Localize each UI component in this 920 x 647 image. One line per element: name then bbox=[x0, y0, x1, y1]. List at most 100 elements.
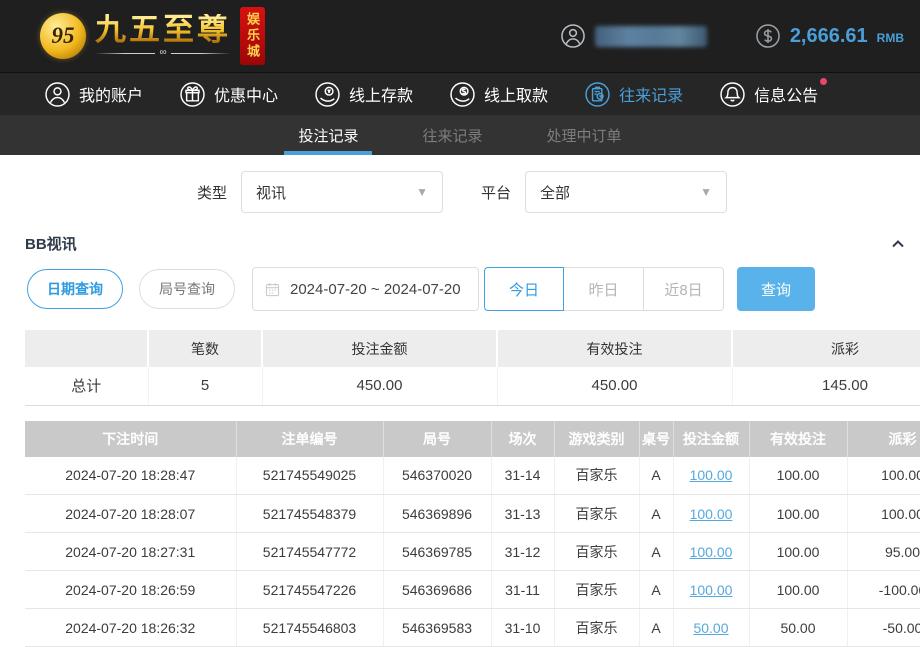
header-right: 2,666.61 RMB bbox=[560, 23, 904, 49]
column-header: 场次 bbox=[491, 421, 554, 457]
chevron-down-icon: ▼ bbox=[700, 185, 712, 199]
logo-monogram-text: 95 bbox=[52, 23, 75, 49]
table-row: 2024-07-20 18:28:47521745549025546370020… bbox=[25, 457, 920, 495]
brand-logo[interactable]: 95 九五至尊 ∞ 娱乐城 bbox=[40, 7, 303, 65]
date-range-input[interactable]: 2024-07-20 ~ 2024-07-20 bbox=[252, 267, 479, 311]
table-cell: A bbox=[639, 571, 673, 609]
chevron-down-icon: ▼ bbox=[416, 185, 428, 199]
table-row: 总计5450.00450.00145.00 bbox=[25, 367, 920, 405]
column-header: 注单编号 bbox=[236, 421, 383, 457]
column-header: 派彩 bbox=[732, 330, 920, 367]
table-cell: 100.00 bbox=[847, 495, 920, 533]
tab-transaction-records[interactable]: 往来记录 bbox=[408, 115, 496, 155]
table-cell: 2024-07-20 18:28:07 bbox=[25, 495, 236, 533]
table-cell: 100.00 bbox=[673, 571, 749, 609]
header-row: 笔数投注金额有效投注派彩 bbox=[25, 330, 920, 367]
table-cell: -100.00 bbox=[847, 571, 920, 609]
bet-amount-link[interactable]: 100.00 bbox=[690, 582, 733, 598]
table-cell: 546369686 bbox=[383, 571, 491, 609]
table-cell: 521745547772 bbox=[236, 533, 383, 571]
type-select[interactable]: 视讯 ▼ bbox=[241, 171, 443, 213]
bet-amount-link[interactable]: 50.00 bbox=[693, 620, 728, 636]
tab-betting-records[interactable]: 投注记录 bbox=[284, 115, 372, 155]
nav-item-label: 信息公告 bbox=[754, 82, 818, 106]
summary-table: 笔数投注金额有效投注派彩总计5450.00450.00145.00 bbox=[25, 330, 920, 406]
section-title: BB视讯 bbox=[25, 233, 77, 254]
column-header: 派彩 bbox=[847, 421, 920, 457]
column-header bbox=[25, 330, 148, 367]
quick-range-last-8-days[interactable]: 近8日 bbox=[644, 267, 724, 311]
table-cell: 100.00 bbox=[749, 457, 847, 495]
user-circle-icon bbox=[44, 81, 71, 108]
nav-item-transaction-records[interactable]: 往来记录 bbox=[584, 81, 689, 108]
platform-select-value: 全部 bbox=[540, 182, 570, 203]
logo-monogram-icon: 95 bbox=[40, 13, 86, 59]
logo-flourish: ∞ bbox=[95, 48, 231, 58]
collapse-chevron-up-icon[interactable] bbox=[888, 234, 908, 254]
table-cell: A bbox=[639, 533, 673, 571]
user-account[interactable] bbox=[560, 23, 707, 49]
brand-tag: 娱乐城 bbox=[240, 7, 265, 65]
table-cell: 百家乐 bbox=[554, 495, 639, 533]
summary-table-wrap: 笔数投注金额有效投注派彩总计5450.00450.00145.00 bbox=[25, 311, 920, 406]
nav-item-label: 优惠中心 bbox=[214, 82, 278, 106]
nav-item-online-withdraw[interactable]: 线上取款 bbox=[449, 81, 554, 108]
table-cell: A bbox=[639, 609, 673, 647]
nav-item-announcements[interactable]: 信息公告 bbox=[719, 81, 824, 108]
gift-icon bbox=[179, 81, 206, 108]
bell-icon bbox=[719, 81, 746, 108]
column-header: 笔数 bbox=[148, 330, 262, 367]
quick-range-yesterday[interactable]: 昨日 bbox=[564, 267, 644, 311]
table-cell: -50.00 bbox=[847, 609, 920, 647]
table-cell: 50.00 bbox=[749, 609, 847, 647]
calendar-icon bbox=[264, 281, 281, 298]
nav-item-online-deposit[interactable]: 线上存款 bbox=[314, 81, 419, 108]
table-cell: 100.00 bbox=[673, 495, 749, 533]
balance-amount: 2,666.61 bbox=[790, 25, 868, 48]
table-row: 2024-07-20 18:27:31521745547772546369785… bbox=[25, 533, 920, 571]
column-header: 桌号 bbox=[639, 421, 673, 457]
bet-amount-link[interactable]: 100.00 bbox=[690, 467, 733, 483]
bet-amount-link[interactable]: 100.00 bbox=[690, 544, 733, 560]
table-cell: A bbox=[639, 457, 673, 495]
nav-item-label: 线上取款 bbox=[484, 82, 548, 106]
logo-text: 九五至尊 ∞ bbox=[95, 14, 231, 59]
quick-range-group: 今日昨日近8日 bbox=[484, 267, 724, 311]
table-cell: 百家乐 bbox=[554, 457, 639, 495]
table-cell: 31-11 bbox=[491, 571, 554, 609]
nav-item-my-account[interactable]: 我的账户 bbox=[44, 81, 149, 108]
table-cell: 100.00 bbox=[673, 457, 749, 495]
nav-item-promotions[interactable]: 优惠中心 bbox=[179, 81, 284, 108]
withdraw-icon bbox=[449, 81, 476, 108]
balance-currency: RMB bbox=[877, 31, 904, 45]
table-cell: 521745549025 bbox=[236, 457, 383, 495]
platform-select[interactable]: 全部 ▼ bbox=[525, 171, 727, 213]
round-query-button[interactable]: 局号查询 bbox=[139, 269, 235, 309]
table-cell: 546369583 bbox=[383, 609, 491, 647]
table-cell: 2024-07-20 18:28:47 bbox=[25, 457, 236, 495]
date-query-button[interactable]: 日期查询 bbox=[27, 269, 123, 309]
balance[interactable]: 2,666.61 RMB bbox=[755, 23, 904, 49]
search-button[interactable]: 查询 bbox=[737, 267, 815, 311]
table-cell: 31-13 bbox=[491, 495, 554, 533]
query-toolbar: 日期查询 局号查询 2024-07-20 ~ 2024-07-20 今日昨日近8… bbox=[0, 267, 920, 311]
table-row: 2024-07-20 18:26:59521745547226546369686… bbox=[25, 571, 920, 609]
nav-item-label: 我的账户 bbox=[79, 82, 143, 106]
bet-amount-link[interactable]: 100.00 bbox=[690, 506, 733, 522]
table-cell: 2024-07-20 18:26:59 bbox=[25, 571, 236, 609]
table-cell: 百家乐 bbox=[554, 533, 639, 571]
table-row: 2024-07-20 18:26:32521745546803546369583… bbox=[25, 609, 920, 647]
nav-item-label: 线上存款 bbox=[349, 82, 413, 106]
nav-item-label: 往来记录 bbox=[619, 82, 683, 106]
table-cell: 百家乐 bbox=[554, 609, 639, 647]
table-cell: 31-14 bbox=[491, 457, 554, 495]
detail-table: 下注时间注单编号局号场次游戏类别桌号投注金额有效投注派彩2024-07-20 1… bbox=[25, 421, 920, 647]
column-header: 投注金额 bbox=[673, 421, 749, 457]
section-header: BB视讯 bbox=[0, 233, 920, 254]
quick-range-today[interactable]: 今日 bbox=[484, 267, 564, 311]
table-cell: 2024-07-20 18:26:32 bbox=[25, 609, 236, 647]
table-cell: 521745546803 bbox=[236, 609, 383, 647]
table-cell: 145.00 bbox=[732, 367, 920, 405]
dollar-icon bbox=[755, 23, 781, 49]
tab-pending-orders[interactable]: 处理中订单 bbox=[533, 115, 636, 155]
